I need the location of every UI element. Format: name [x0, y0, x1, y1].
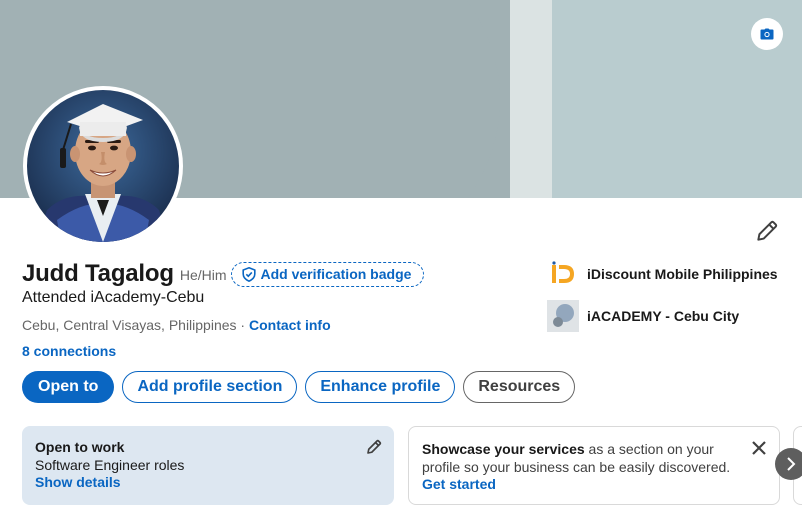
edit-banner-button[interactable] — [751, 18, 783, 50]
dismiss-services-card-button[interactable] — [749, 438, 769, 458]
services-bold: Showcase your services — [422, 441, 585, 457]
org-name: iDiscount Mobile Philippines — [587, 266, 778, 282]
open-to-button[interactable]: Open to — [22, 371, 115, 403]
open-to-work-roles: Software Engineer roles — [35, 457, 185, 473]
resources-button[interactable]: Resources — [463, 371, 576, 403]
next-card-button[interactable] — [775, 448, 802, 480]
open-to-work-card[interactable]: Open to work Software Engineer roles Sho… — [22, 426, 394, 505]
location-row: Cebu, Central Visayas, Philippines · Con… — [22, 317, 331, 333]
verification-badge-label: Add verification badge — [260, 266, 412, 282]
pencil-icon — [367, 439, 382, 454]
connections-link[interactable]: 8 connections — [22, 343, 116, 359]
organizations-list: iDiscount Mobile Philippines iACADEMY - … — [547, 258, 787, 342]
contact-info-link[interactable]: Contact info — [249, 317, 331, 333]
idiscount-logo — [547, 258, 579, 290]
add-verification-badge-button[interactable]: Add verification badge — [230, 261, 425, 287]
org-name: iACADEMY - Cebu City — [587, 308, 740, 324]
banner-stripe — [510, 0, 552, 198]
shield-check-icon — [241, 266, 256, 282]
location: Cebu, Central Visayas, Philippines — [22, 317, 237, 333]
edit-open-to-work-button[interactable] — [365, 438, 383, 456]
name-row: Judd Tagalog He/Him Add verification bad… — [22, 260, 425, 288]
camera-icon — [760, 28, 774, 40]
profile-name: Judd Tagalog — [22, 260, 174, 287]
pronouns: He/Him — [179, 267, 227, 283]
pencil-icon — [757, 220, 778, 241]
add-profile-section-button[interactable]: Add profile section — [122, 371, 298, 403]
graduate-photo — [27, 90, 179, 242]
enhance-profile-button[interactable]: Enhance profile — [305, 371, 456, 403]
profile-photo[interactable] — [23, 86, 183, 246]
org-idiscount[interactable]: iDiscount Mobile Philippines — [547, 258, 787, 290]
profile-headline: Attended iAcademy-Cebu — [22, 289, 205, 306]
open-to-work-title: Open to work — [35, 439, 125, 455]
showcase-services-card: Showcase your services as a section on y… — [408, 426, 780, 505]
iacademy-logo — [547, 300, 579, 332]
separator: · — [236, 317, 249, 333]
close-icon — [752, 441, 766, 455]
chevron-right-icon — [787, 457, 796, 471]
get-started-link[interactable]: Get started — [422, 476, 766, 492]
show-details-link[interactable]: Show details — [35, 474, 381, 490]
edit-intro-button[interactable] — [754, 218, 780, 244]
org-iacademy[interactable]: iACADEMY - Cebu City — [547, 300, 787, 332]
services-text: Showcase your services as a section on y… — [422, 440, 752, 476]
profile-actions: Open to Add profile section Enhance prof… — [22, 371, 583, 403]
